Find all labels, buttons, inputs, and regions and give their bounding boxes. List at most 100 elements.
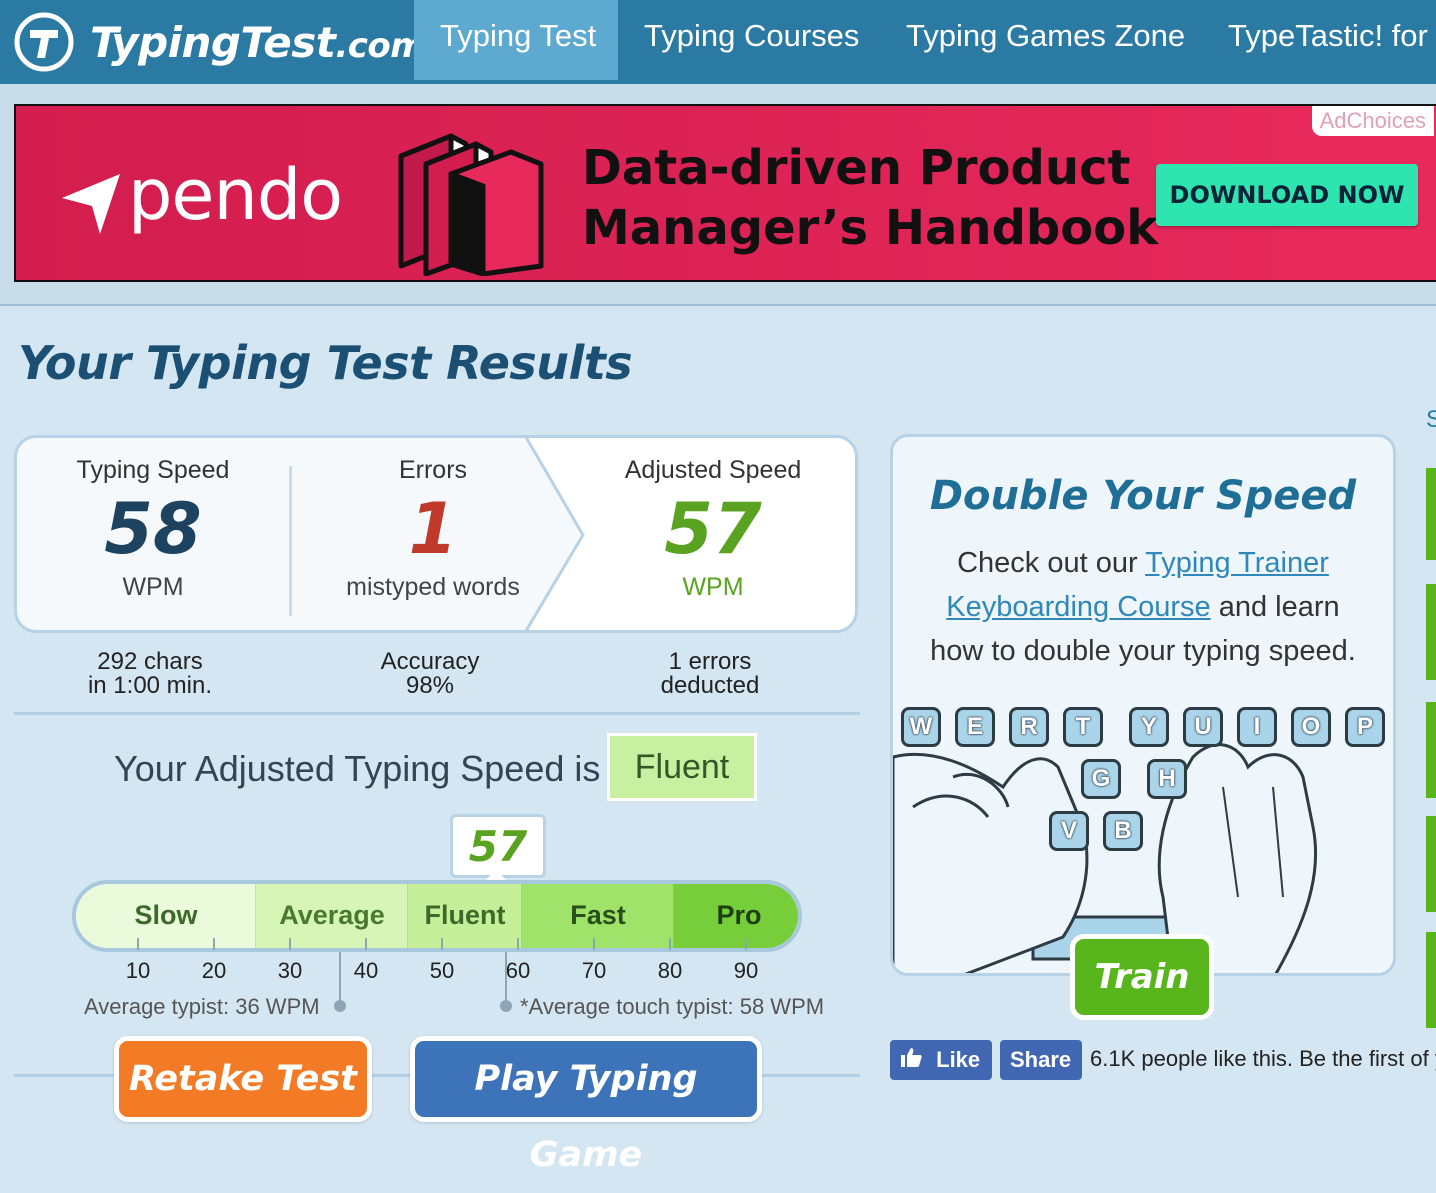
- ad-banner[interactable]: AdChoices pendo Data-driven Product Mana…: [14, 104, 1436, 282]
- speed-level-badge: Fluent: [607, 733, 757, 801]
- keyboard-key: V: [1049, 811, 1089, 851]
- sidebar-edge-button-3[interactable]: [1426, 702, 1436, 798]
- keyboard-key: W: [901, 707, 941, 747]
- retake-test-button[interactable]: Retake Test: [114, 1036, 372, 1122]
- adchoices-label[interactable]: AdChoices: [1311, 106, 1434, 136]
- ad-download-button[interactable]: DOWNLOAD NOW: [1156, 164, 1418, 226]
- sidebar-edge-letter: S: [1426, 406, 1436, 433]
- keyboard-key: P: [1345, 707, 1385, 747]
- card-divider: [289, 466, 292, 616]
- adjusted-speed-unit: WPM: [682, 573, 744, 601]
- errors-unit: mistyped words: [346, 573, 520, 601]
- keyboard-key: O: [1291, 707, 1331, 747]
- keyboard-key: B: [1103, 811, 1143, 851]
- scale-tick: [289, 938, 291, 950]
- accuracy-summary: Accuracy 98%: [380, 648, 480, 699]
- touch-typist-marker-dot: [500, 1000, 512, 1012]
- keyboard-key: I: [1237, 707, 1277, 747]
- adjusted-speed-sentence: Your Adjusted Typing Speed is: [114, 748, 601, 789]
- scale-tick: [593, 938, 595, 950]
- nav-typing-test[interactable]: Typing Test: [414, 0, 618, 80]
- scale-tick-label: 40: [353, 958, 379, 983]
- keyboard-key: U: [1183, 707, 1223, 747]
- sidebar-edge-button-1[interactable]: [1426, 468, 1436, 560]
- facebook-share-button[interactable]: Share: [1000, 1040, 1082, 1080]
- adjusted-speed-value: 57: [664, 488, 762, 570]
- like-label: Like: [936, 1047, 981, 1072]
- page-title: Your Typing Test Results: [18, 336, 633, 390]
- speed-scale: Slow Average Fluent Fast Pro: [72, 880, 802, 952]
- nav-typing-courses[interactable]: Typing Courses: [618, 0, 885, 80]
- sidebar-edge-button-5[interactable]: [1426, 932, 1436, 1028]
- typing-speed-label: Typing Speed: [76, 456, 230, 484]
- average-typist-marker-dot: [334, 1000, 346, 1012]
- typing-trainer-link[interactable]: Typing Trainer: [1145, 547, 1329, 579]
- typing-speed-unit: WPM: [122, 573, 184, 601]
- scale-tick-label: 70: [581, 958, 607, 983]
- promo-text: Check out our Typing Trainer Keyboarding…: [930, 547, 1356, 667]
- typing-speed-value: 58: [104, 488, 202, 570]
- section-divider: [14, 712, 860, 715]
- keyboard-key: H: [1147, 759, 1187, 799]
- scale-tick-label: 20: [201, 958, 227, 983]
- logo-keyboard-icon: [14, 12, 74, 72]
- facebook-like-count-text: 6.1K people like this. Be the first of y: [1090, 1046, 1436, 1071]
- pendo-logo-icon: [62, 174, 120, 234]
- ad-container: AdChoices pendo Data-driven Product Mana…: [0, 84, 1436, 306]
- keyboard-key: Y: [1129, 707, 1169, 747]
- ad-headline: Data-driven Product Manager’s Handbook: [582, 140, 1159, 256]
- errors-value: 1: [408, 488, 458, 570]
- scale-tick-label: 50: [429, 958, 455, 983]
- scale-segment-pro: Pro: [674, 884, 798, 948]
- errors-label: Errors: [398, 456, 468, 484]
- sidebar-edge-button-2[interactable]: [1426, 584, 1436, 680]
- site-logo[interactable]: TypingTest.com: [14, 6, 426, 78]
- scale-tick: [669, 938, 671, 950]
- touch-typist-label: *Average touch typist: 58 WPM: [520, 994, 825, 1019]
- scale-tick: [137, 938, 139, 950]
- scale-segment-fast: Fast: [522, 884, 674, 948]
- scale-tick-label: 60: [505, 958, 531, 983]
- nav-typetastic[interactable]: TypeTastic! for k: [1202, 0, 1436, 80]
- errors-deducted-summary: 1 errors deducted: [660, 648, 760, 699]
- scale-tick-label: 30: [277, 958, 303, 983]
- promo-title: Double Your Speed: [929, 473, 1357, 519]
- play-typing-game-button[interactable]: Play Typing Game: [410, 1036, 762, 1175]
- train-button[interactable]: Train: [1070, 934, 1214, 1020]
- keyboard-key: G: [1081, 759, 1121, 799]
- top-nav: TypingTest.com Typing Test Typing Course…: [0, 0, 1436, 84]
- errors-stat: Errors 1 mistyped words: [293, 438, 573, 602]
- double-speed-promo: Double Your Speed Check out our Typing T…: [890, 434, 1396, 976]
- adjusted-speed-label: Adjusted Speed: [624, 456, 802, 484]
- scale-tick-label: 10: [125, 958, 151, 983]
- touch-typist-marker-line: [505, 952, 507, 1002]
- nav-typing-games-zone[interactable]: Typing Games Zone: [880, 0, 1211, 80]
- scale-tick: [213, 938, 215, 950]
- scale-tick: [745, 938, 747, 950]
- scale-tick: [441, 938, 443, 950]
- keyboarding-course-link[interactable]: Keyboarding Course: [946, 591, 1210, 623]
- logo-text: TypingTest.com: [90, 17, 426, 67]
- scale-tick-label: 90: [733, 958, 759, 983]
- results-card: Typing Speed 58 WPM Errors 1 mistyped wo…: [14, 435, 858, 633]
- scale-segment-fluent: Fluent: [408, 884, 522, 948]
- current-speed-bubble: 57: [450, 814, 546, 878]
- scale-segment-average: Average: [256, 884, 408, 948]
- average-typist-label: Average typist: 36 WPM: [84, 994, 320, 1019]
- typing-speed-stat: Typing Speed 58 WPM: [17, 438, 293, 602]
- scale-tick: [365, 938, 367, 950]
- thumbs-up-icon: [900, 1040, 922, 1080]
- keyboard-key: R: [1009, 707, 1049, 747]
- chars-summary: 292 chars in 1:00 min.: [87, 648, 213, 699]
- ad-brand: pendo: [128, 154, 343, 236]
- keyboard-key: E: [955, 707, 995, 747]
- sidebar-edge-button-4[interactable]: [1426, 816, 1436, 912]
- scale-tick: [517, 938, 519, 950]
- scale-tick-label: 80: [657, 958, 683, 983]
- keyboard-key: T: [1063, 707, 1103, 747]
- adjusted-speed-stat: Adjusted Speed 57 WPM: [573, 438, 853, 602]
- scale-segment-slow: Slow: [76, 884, 256, 948]
- facebook-like-button[interactable]: Like: [890, 1040, 992, 1080]
- average-typist-marker-line: [339, 952, 341, 1002]
- books-icon: [398, 133, 544, 276]
